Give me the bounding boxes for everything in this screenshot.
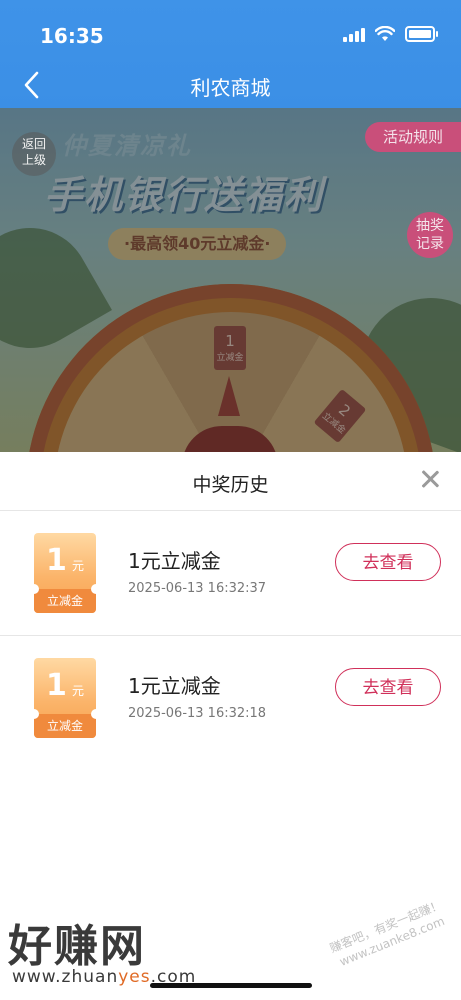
sheet-header: 中奖历史: [0, 452, 461, 511]
coupon-number: 1: [46, 668, 67, 703]
coupon-notch: [91, 584, 96, 594]
coupon-badge: 1 元 立减金: [34, 658, 96, 738]
watermark-url-prefix: www.zhuan: [12, 967, 119, 987]
coupon-amount: 1 元: [34, 668, 96, 703]
home-indicator: [150, 983, 312, 988]
coupon-label: 立减金: [34, 714, 96, 738]
draw-records-label-1: 抽奖: [416, 218, 444, 234]
app-header: 16:35 利农商城: [0, 0, 461, 108]
coupon-unit: 元: [71, 559, 84, 573]
coupon-unit: 元: [71, 684, 84, 698]
status-icons: [343, 26, 438, 42]
view-prize-button[interactable]: 去查看: [335, 668, 441, 706]
rules-button[interactable]: 活动规则: [365, 122, 461, 152]
draw-records-button[interactable]: 抽奖 记录: [407, 212, 453, 258]
coupon-number: 1: [46, 543, 67, 578]
coupon-amount: 1 元: [34, 543, 96, 578]
battery-icon: [405, 26, 438, 42]
list-item: 1 元 立减金 1元立减金 2025-06-13 16:32:18 去查看: [0, 636, 461, 760]
page-title: 利农商城: [190, 76, 271, 100]
coupon-badge: 1 元 立减金: [34, 533, 96, 613]
wifi-icon: [375, 26, 395, 41]
signal-icon: [343, 26, 365, 42]
list-item: 1 元 立减金 1元立减金 2025-06-13 16:32:37 去查看: [0, 511, 461, 636]
coupon-notch: [91, 709, 96, 719]
back-upper-label-1: 返回: [21, 137, 46, 151]
coupon-label: 立减金: [34, 589, 96, 613]
watermark-url-highlight: yes: [118, 967, 151, 987]
draw-records-label-2: 记录: [416, 236, 444, 252]
prize-name: 1元立减金: [128, 549, 221, 573]
lottery-banner: 仲夏清凉礼 手机银行送福利 ·最高领40元立减金· 1 立减金 2 立减金 返回…: [0, 108, 461, 452]
prize-name: 1元立减金: [128, 674, 221, 698]
prize-time: 2025-06-13 16:32:18: [128, 706, 267, 721]
close-icon[interactable]: [417, 466, 443, 492]
status-time: 16:35: [40, 24, 104, 48]
watermark-logo: 好赚网: [8, 921, 146, 972]
prize-time: 2025-06-13 16:32:37: [128, 581, 267, 596]
back-upper-label-2: 上级: [21, 153, 46, 167]
banner-overlay: [0, 108, 461, 452]
view-prize-button[interactable]: 去查看: [335, 543, 441, 581]
sheet-title: 中奖历史: [192, 474, 269, 496]
back-upper-button[interactable]: 返回 上级: [12, 132, 56, 176]
